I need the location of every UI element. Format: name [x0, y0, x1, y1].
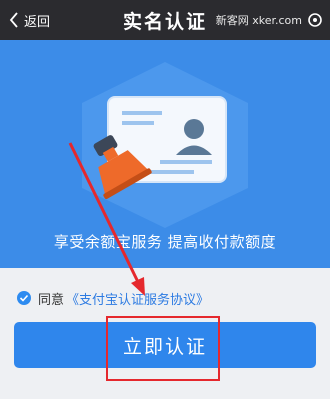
- nav-bar: 返回 实名认证 新客网 xker.com: [0, 0, 330, 40]
- agree-checkbox[interactable]: [17, 291, 31, 305]
- agreement-link[interactable]: 《支付宝认证服务协议》: [66, 289, 209, 308]
- agreement-prefix: 同意: [38, 292, 65, 308]
- more-icon[interactable]: [307, 12, 323, 28]
- watermark-text: 新客网 xker.com: [215, 14, 302, 27]
- hero-description: 享受余额宝服务 提高收付款额度: [53, 233, 277, 251]
- checkmark-icon: [19, 294, 29, 302]
- hero-banner: 享受余额宝服务 提高收付款额度: [0, 40, 330, 268]
- agreement-row[interactable]: 同意 《支付宝认证服务协议》: [17, 288, 209, 308]
- verify-now-button[interactable]: 立即认证: [14, 322, 316, 368]
